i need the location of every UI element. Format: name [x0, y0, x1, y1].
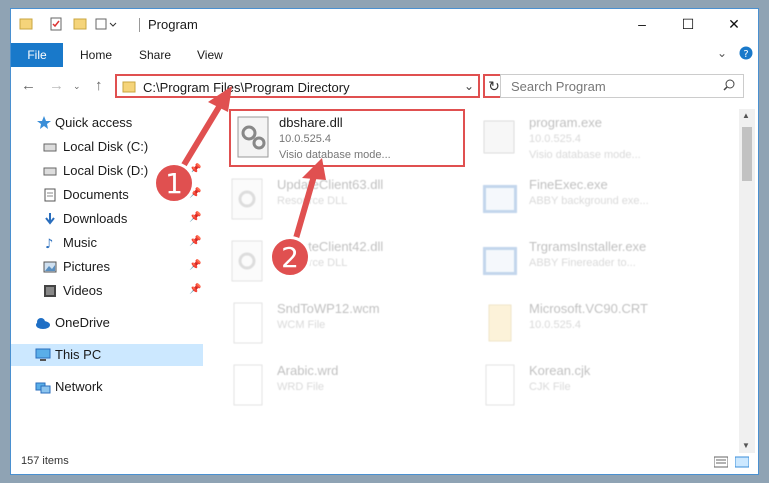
callout-badge-1: 1 [153, 162, 195, 204]
callout-badge-2: 2 [269, 236, 311, 278]
annotation-arrows [173, 86, 326, 255]
